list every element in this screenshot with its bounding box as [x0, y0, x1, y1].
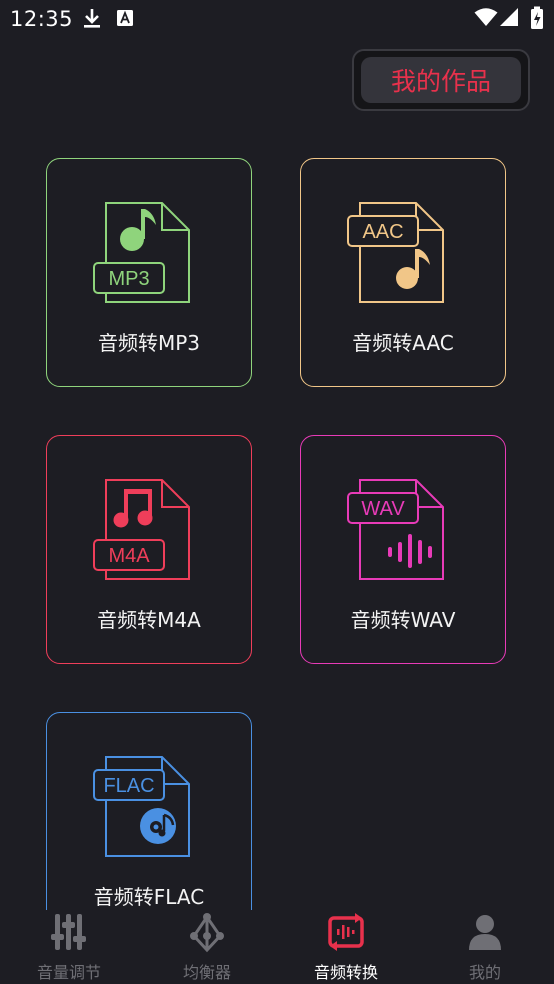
my-works-button-frame[interactable]: 我的作品 — [352, 49, 530, 111]
convert-to-wav-label: 音频转WAV — [350, 608, 456, 632]
wifi-icon — [474, 7, 498, 31]
sliders-icon — [51, 914, 86, 950]
aac-file-icon: AAC — [347, 202, 444, 303]
download-icon — [82, 6, 102, 34]
person-icon — [469, 915, 501, 950]
convert-icon — [328, 913, 364, 951]
mp3-badge-text: MP3 — [108, 268, 149, 290]
aac-badge-text: AAC — [362, 221, 403, 243]
signal-icon — [500, 7, 520, 31]
keyboard-icon — [116, 9, 134, 31]
convert-to-flac-label: 音频转FLAC — [93, 885, 205, 909]
convert-to-wav-card[interactable]: WAV 音频转WAV — [300, 435, 506, 664]
battery-icon — [530, 6, 544, 34]
nav-label-volume: 音量调节 — [36, 963, 101, 982]
convert-to-mp3-label: 音频转MP3 — [97, 331, 201, 355]
my-works-button[interactable]: 我的作品 — [361, 57, 521, 103]
status-bar: 12:35 — [0, 0, 554, 38]
convert-to-flac-card[interactable]: FLAC 音频转FLAC — [46, 712, 252, 941]
nav-tab-equalizer[interactable]: 均衡器 — [138, 910, 276, 984]
flac-file-icon: FLAC — [93, 756, 190, 857]
nav-label-convert: 音频转换 — [313, 963, 378, 982]
convert-to-m4a-label: 音频转M4A — [97, 608, 201, 632]
nav-label-mine: 我的 — [468, 963, 501, 982]
convert-to-aac-card[interactable]: AAC 音频转AAC — [300, 158, 506, 387]
convert-to-mp3-card[interactable]: MP3 音频转MP3 — [46, 158, 252, 387]
nav-tab-convert[interactable]: 音频转换 — [277, 910, 415, 984]
nav-tab-volume[interactable]: 音量调节 — [0, 910, 138, 984]
flac-badge-text: FLAC — [103, 775, 154, 797]
status-time: 12:35 — [10, 7, 74, 31]
equalizer-icon — [190, 913, 224, 953]
nav-tab-mine[interactable]: 我的 — [416, 910, 554, 984]
wav-badge-text: WAV — [361, 498, 405, 520]
nav-label-equalizer: 均衡器 — [182, 963, 231, 982]
wav-file-icon: WAV — [347, 479, 444, 580]
bottom-navigation: 音量调节 均衡器 音频转换 我的 — [0, 910, 554, 984]
convert-to-aac-label: 音频转AAC — [352, 331, 454, 355]
m4a-badge-text: M4A — [108, 545, 150, 567]
m4a-file-icon: M4A — [93, 479, 190, 580]
mp3-file-icon: MP3 — [93, 202, 190, 303]
convert-to-m4a-card[interactable]: M4A 音频转M4A — [46, 435, 252, 664]
